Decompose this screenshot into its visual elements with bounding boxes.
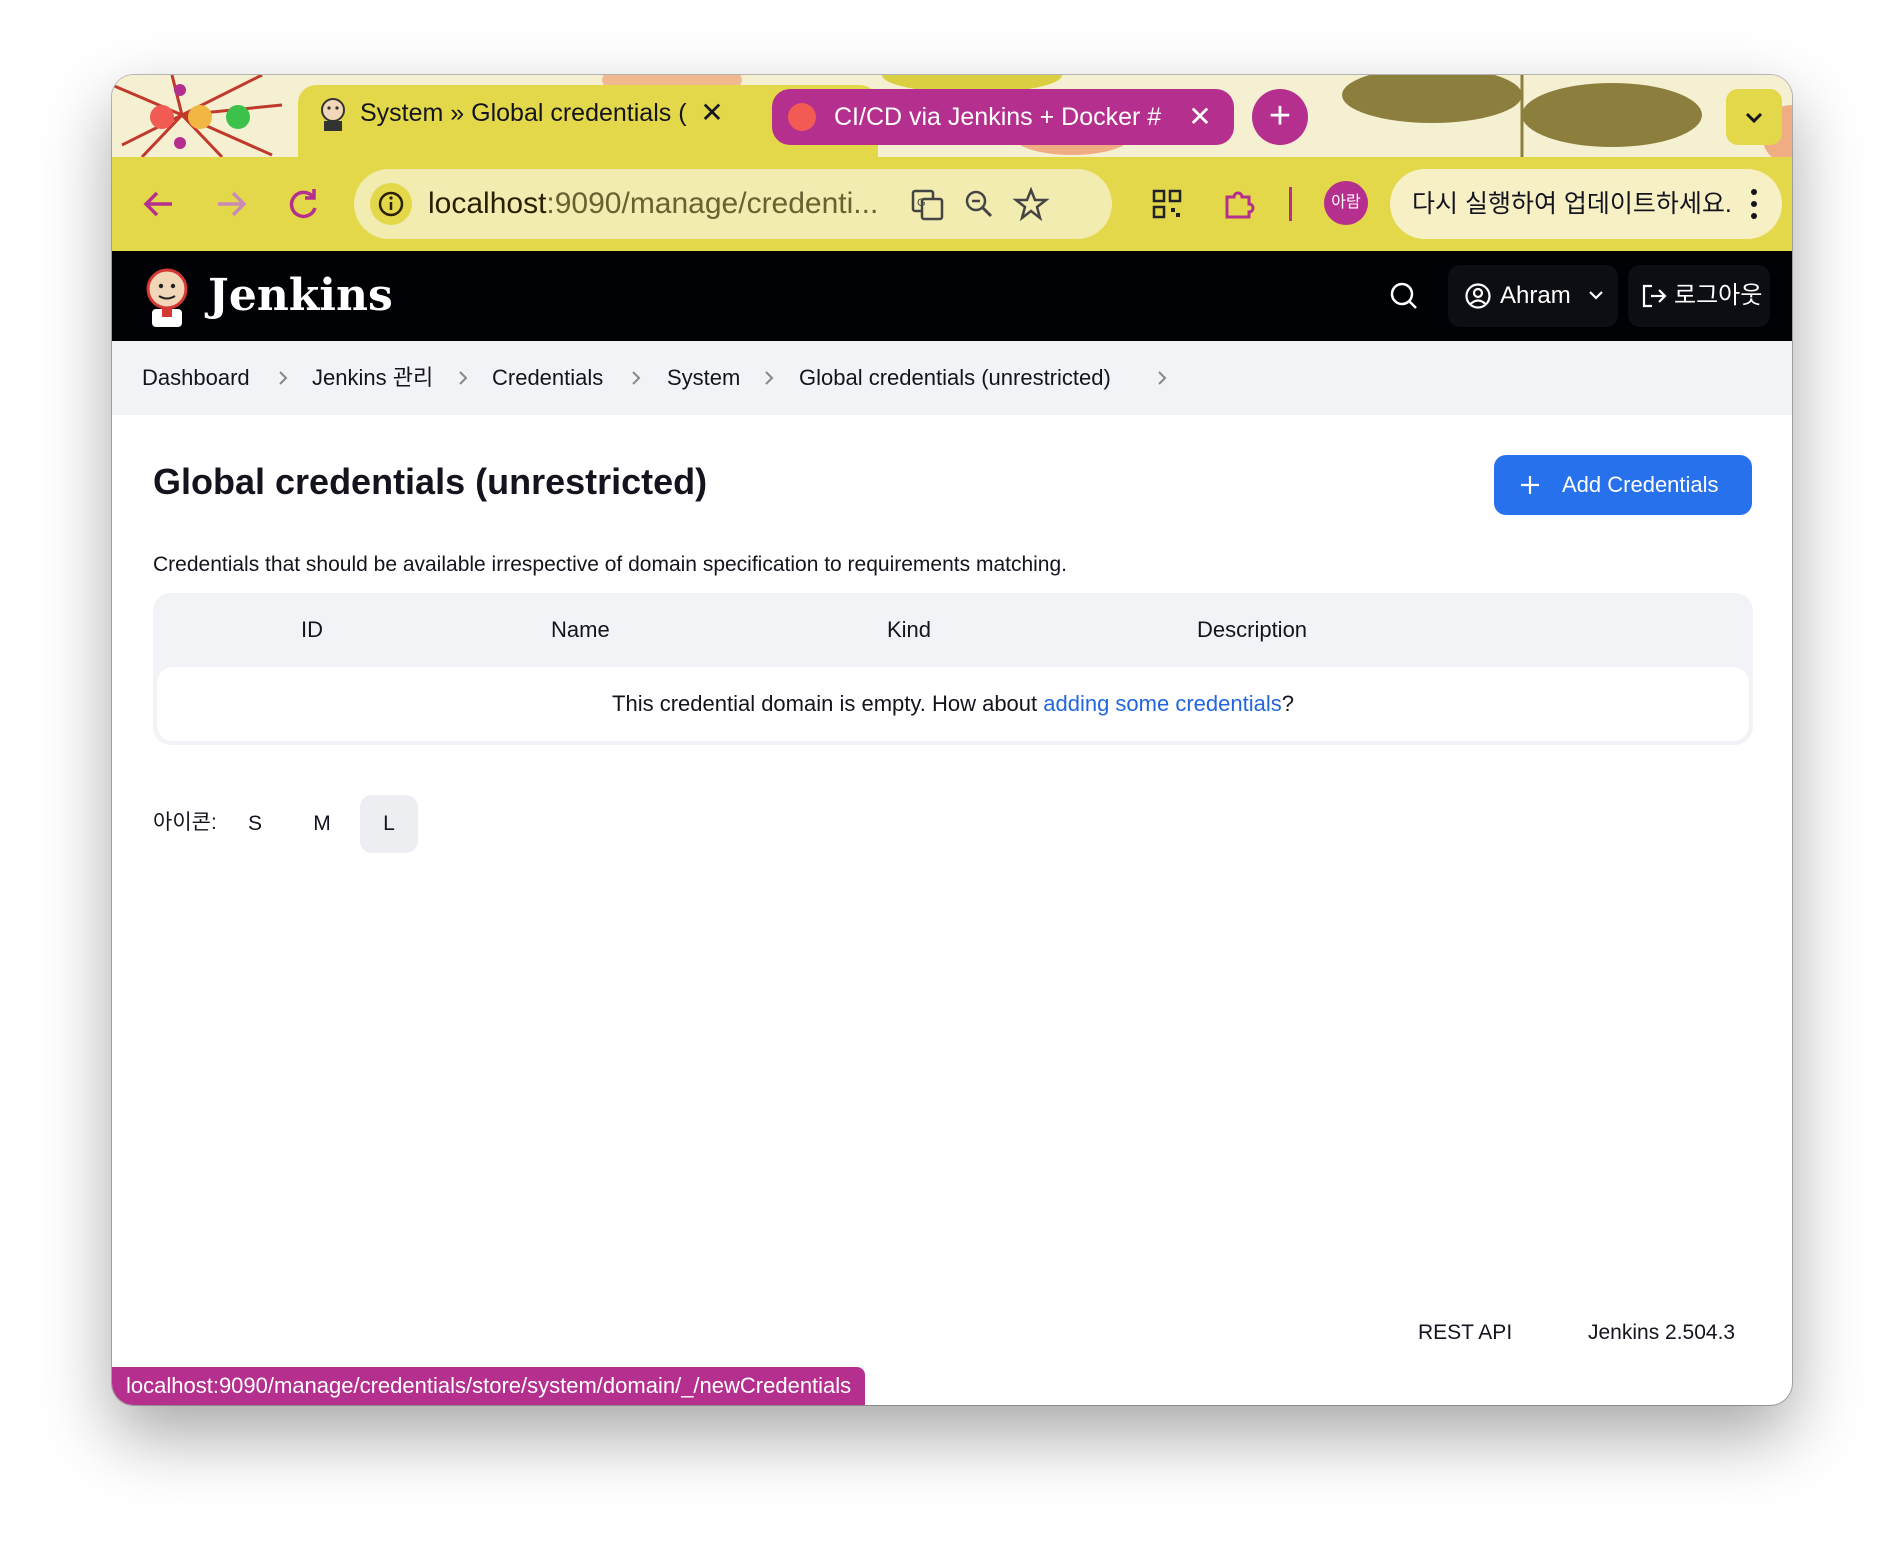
site-info-icon[interactable] xyxy=(370,183,412,225)
user-icon xyxy=(1465,283,1491,309)
url-host: localhost xyxy=(428,187,547,220)
browser-toolbar: localhost:9090/manage/credenti... G 아람 다… xyxy=(112,157,1792,251)
browser-window: System » Global credentials ( ✕ CI/CD vi… xyxy=(112,75,1792,1405)
update-message: 다시 실행하여 업데이트하세요. xyxy=(1412,190,1732,218)
jenkins-logo-text[interactable]: Jenkins xyxy=(208,251,393,341)
column-header-description[interactable]: Description xyxy=(1197,593,1307,667)
icon-size-label: 아이콘: xyxy=(153,811,217,834)
chevron-right-icon xyxy=(765,371,774,385)
new-tab-button[interactable]: + xyxy=(1252,89,1308,145)
jenkins-version-link[interactable]: Jenkins 2.504.3 xyxy=(1588,1311,1735,1355)
chevron-right-icon xyxy=(632,371,641,385)
jenkins-favicon xyxy=(321,98,345,131)
breadcrumb-dashboard[interactable]: Dashboard xyxy=(142,341,250,415)
address-bar[interactable]: localhost:9090/manage/credenti... G xyxy=(354,169,1112,239)
bookmark-star-icon[interactable] xyxy=(1010,183,1052,225)
logout-icon xyxy=(1642,284,1667,308)
chevron-right-icon xyxy=(279,371,288,385)
status-bar-url: localhost:9090/manage/credentials/store/… xyxy=(112,1367,866,1405)
chevron-down-icon xyxy=(1745,112,1763,124)
column-header-kind[interactable]: Kind xyxy=(887,593,931,667)
profile-avatar[interactable]: 아람 xyxy=(1324,181,1368,225)
credentials-table: ID Name Kind Description This credential… xyxy=(153,593,1753,745)
tab-close-icon[interactable]: ✕ xyxy=(696,97,728,129)
breadcrumb-credentials[interactable]: Credentials xyxy=(492,341,603,415)
page-title: Global credentials (unrestricted) xyxy=(153,461,708,502)
user-menu-button[interactable]: Ahram xyxy=(1448,265,1618,327)
adding-credentials-link[interactable]: adding some credentials xyxy=(1043,691,1281,716)
empty-state-row: This credential domain is empty. How abo… xyxy=(157,667,1749,741)
jenkins-logo-icon[interactable] xyxy=(142,265,192,329)
search-icon xyxy=(1390,282,1417,309)
extensions-puzzle-icon[interactable] xyxy=(1218,183,1260,225)
page-description: Credentials that should be available irr… xyxy=(153,553,1067,576)
icon-size-s-button[interactable]: S xyxy=(226,795,284,853)
forward-arrow-icon[interactable] xyxy=(208,181,254,227)
toolbar-divider xyxy=(1289,187,1292,221)
maximize-window-button[interactable] xyxy=(226,105,250,129)
tab-search-button[interactable] xyxy=(1726,89,1782,145)
header-search-button[interactable] xyxy=(1376,265,1432,327)
reload-icon[interactable] xyxy=(280,181,326,227)
update-button[interactable]: 다시 실행하여 업데이트하세요. xyxy=(1390,169,1782,239)
svg-text:G: G xyxy=(917,197,926,209)
column-header-id[interactable]: ID xyxy=(301,593,323,667)
icon-size-l-button[interactable]: L xyxy=(360,795,418,853)
translate-icon[interactable]: G xyxy=(906,183,948,225)
tab-inactive-title: CI/CD via Jenkins + Docker # xyxy=(834,103,1162,131)
add-credentials-button[interactable]: Add Credentials xyxy=(1494,455,1752,515)
url-text: localhost:9090/manage/credenti... xyxy=(428,169,898,239)
empty-state-text: This credential domain is empty. How abo… xyxy=(612,691,1044,716)
jenkins-header: Jenkins Ahram 로그아웃 xyxy=(112,251,1792,341)
logout-label: 로그아웃 xyxy=(1674,282,1763,309)
column-header-name[interactable]: Name xyxy=(551,593,610,667)
breadcrumb-system[interactable]: System xyxy=(667,341,740,415)
rest-api-link[interactable]: REST API xyxy=(1418,1311,1512,1355)
tab-strip: System » Global credentials ( ✕ CI/CD vi… xyxy=(112,75,1792,157)
chevron-right-icon[interactable] xyxy=(1153,369,1171,387)
minimize-window-button[interactable] xyxy=(188,105,212,129)
chevron-right-icon xyxy=(459,371,468,385)
more-menu-icon[interactable] xyxy=(1744,186,1764,222)
empty-state-suffix: ? xyxy=(1281,691,1294,716)
user-name: Ahram xyxy=(1500,282,1571,309)
zoom-icon[interactable] xyxy=(958,183,1000,225)
breadcrumb-global-credentials[interactable]: Global credentials (unrestricted) xyxy=(799,341,1111,415)
logout-button[interactable]: 로그아웃 xyxy=(1628,265,1770,327)
tab-favicon-icon xyxy=(788,103,816,131)
icon-size-m-button[interactable]: M xyxy=(293,795,351,853)
back-arrow-icon[interactable] xyxy=(136,181,182,227)
tab-active-title: System » Global credentials ( xyxy=(360,99,687,127)
close-window-button[interactable] xyxy=(150,105,174,129)
url-path: :9090/manage/credenti... xyxy=(546,187,879,220)
tab-close-icon[interactable]: ✕ xyxy=(1184,101,1216,133)
breadcrumb-manage[interactable]: Jenkins 관리 xyxy=(312,341,433,415)
tab-inactive[interactable]: CI/CD via Jenkins + Docker # ✕ xyxy=(772,89,1234,145)
add-credentials-label: Add Credentials xyxy=(1562,472,1719,497)
chevron-down-icon xyxy=(1589,291,1603,300)
plus-icon xyxy=(1521,476,1539,494)
breadcrumb: Dashboard Jenkins 관리 Credentials System … xyxy=(112,341,1792,415)
qr-code-icon[interactable] xyxy=(1146,183,1188,225)
